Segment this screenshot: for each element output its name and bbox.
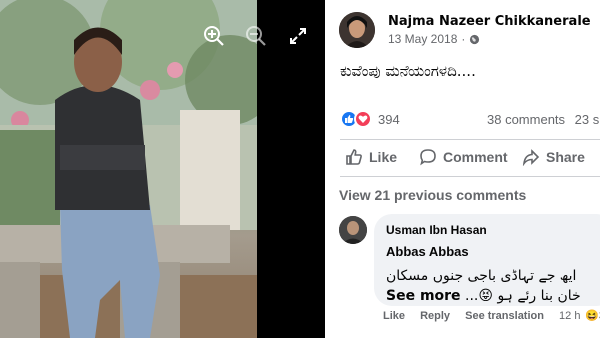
post-date-row: 13 May 2018 ·	[388, 32, 591, 46]
dot-separator: ·	[461, 32, 466, 46]
share-icon	[522, 149, 540, 166]
comment-time: 12 h	[559, 310, 581, 322]
comment-like-link[interactable]: Like	[383, 310, 405, 322]
thumbs-up-icon	[346, 149, 362, 165]
divider-top	[340, 139, 600, 140]
post-date[interactable]: 13 May 2018	[388, 32, 457, 46]
comment-emoji: 😝	[478, 288, 493, 304]
photo-scene	[0, 0, 257, 338]
zoom-in-icon[interactable]	[200, 22, 228, 50]
view-previous-comments[interactable]: View 21 previous comments	[339, 187, 526, 203]
see-more-ellipsis: ...	[465, 288, 479, 304]
author-name[interactable]: Najma Nazeer Chikkanerale	[388, 14, 591, 29]
comments-shares: 38 comments 23 sh	[487, 112, 600, 127]
commenter-name[interactable]: Usman Ibn Hasan	[386, 223, 600, 237]
share-button[interactable]: Share	[522, 148, 585, 166]
like-button[interactable]: Like	[345, 148, 397, 166]
comment-button[interactable]: Comment	[419, 148, 508, 166]
post-header: Najma Nazeer Chikkanerale 13 May 2018 ·	[339, 12, 591, 48]
globe-icon	[470, 34, 480, 44]
comment-reactions[interactable]: 😆 3	[585, 309, 600, 323]
tagged-user[interactable]: Abbas Abbas	[386, 244, 600, 259]
shares-count[interactable]: 23 sh	[575, 112, 600, 127]
fullscreen-icon[interactable]	[284, 22, 312, 50]
laugh-emoji-icon: 😆	[585, 310, 599, 322]
comment-icon	[420, 149, 436, 166]
comment-label: Comment	[443, 149, 508, 165]
zoom-out-icon[interactable]	[242, 22, 270, 50]
reaction-count[interactable]: 394	[378, 112, 400, 127]
see-more-link[interactable]: See more	[386, 288, 461, 304]
viewer-controls	[200, 22, 312, 50]
author-avatar[interactable]	[339, 12, 375, 48]
reactions-row: 394 38 comments 23 sh	[340, 110, 600, 128]
post-photo[interactable]	[0, 0, 257, 338]
post-panel: Najma Nazeer Chikkanerale 13 May 2018 · …	[325, 0, 600, 338]
comment-text: ایھ جے تہاڈی باجی جنوں مسکان خان بنا رئے…	[386, 266, 596, 306]
reaction-icons[interactable]	[340, 110, 372, 128]
comments-count[interactable]: 38 comments	[487, 112, 565, 127]
share-label: Share	[546, 149, 585, 165]
see-translation-link[interactable]: See translation	[465, 310, 544, 322]
love-reaction-icon	[354, 110, 372, 128]
comment-actions: Like Reply See translation 12 h	[383, 310, 592, 322]
comment-reply-link[interactable]: Reply	[420, 310, 450, 322]
divider-bottom	[340, 176, 600, 177]
post-text: ಕುವೆಂಪು ಮನೆಯಂಗಳದಿ....	[340, 62, 476, 80]
commenter-avatar[interactable]	[339, 216, 367, 244]
photo-viewer	[0, 0, 325, 338]
like-label: Like	[369, 149, 398, 165]
comment-bubble: Usman Ibn Hasan Abbas Abbas ایھ جے تہاڈی…	[374, 214, 600, 306]
